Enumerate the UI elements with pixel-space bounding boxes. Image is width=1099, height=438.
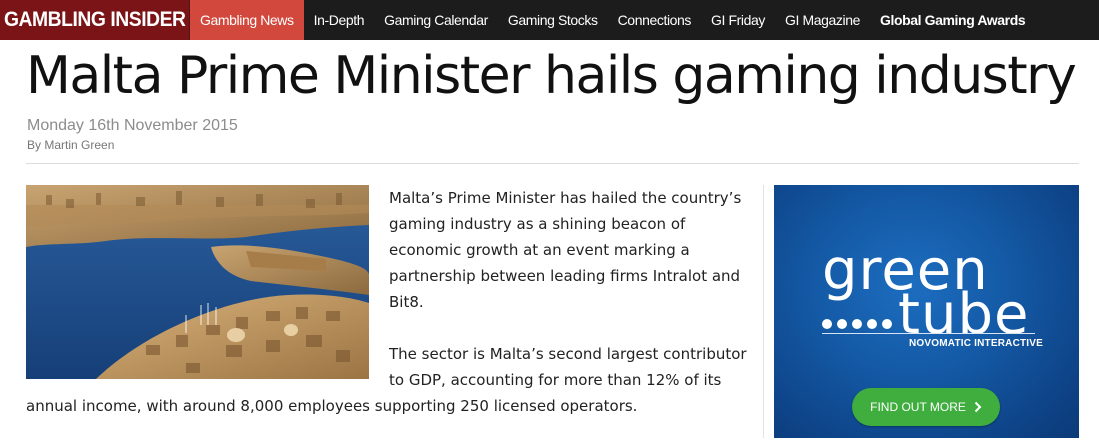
article-paragraph-2-part-1: The sector is Malta’s second largest con… — [389, 345, 747, 389]
ad-tagline: NOVOMATIC INTERACTIVE — [909, 338, 1044, 349]
nav-item-connections[interactable]: Connections — [608, 0, 701, 40]
ad-brand-line-2: tube — [898, 282, 1030, 347]
greentube-advertisement[interactable]: green tube NOVOMATIC INTERACTIVE FIND OU… — [774, 185, 1079, 438]
find-out-more-button[interactable]: FIND OUT MORE — [852, 388, 1000, 426]
find-out-more-label: FIND OUT MORE — [870, 400, 966, 414]
article-paragraph-2-part-2: annual income, with around 8,000 employe… — [26, 397, 638, 415]
ad-dots-icon — [822, 319, 892, 329]
article-paragraph-1: Malta’s Prime Minister has hailed the co… — [389, 189, 742, 311]
header-divider — [26, 163, 1079, 164]
nav-item-gambling-news[interactable]: Gambling News — [190, 0, 304, 40]
nav-item-gi-magazine[interactable]: GI Magazine — [775, 0, 870, 40]
article-title: Malta Prime Minister hails gaming indust… — [26, 46, 1077, 106]
nav-item-in-depth[interactable]: In-Depth — [304, 0, 375, 40]
nav-item-global-gaming-awards[interactable]: Global Gaming Awards — [870, 0, 1035, 40]
article-date: Monday 16th November 2015 — [27, 117, 238, 134]
ad-brand-line-2-row: tube — [822, 287, 1029, 343]
chevron-right-icon — [974, 401, 982, 413]
nav-item-gaming-stocks[interactable]: Gaming Stocks — [498, 0, 608, 40]
ad-divider — [822, 333, 1035, 334]
nav-item-gi-friday[interactable]: GI Friday — [701, 0, 775, 40]
top-nav-bar: GAMBLING INSIDER Gambling News In-Depth … — [0, 0, 1099, 40]
site-logo[interactable]: GAMBLING INSIDER — [0, 0, 190, 40]
article-hero-image — [26, 185, 369, 379]
article-byline: By Martin Green — [27, 138, 115, 152]
column-separator — [763, 185, 764, 438]
nav-item-gaming-calendar[interactable]: Gaming Calendar — [374, 0, 498, 40]
nav-menu: Gambling News In-Depth Gaming Calendar G… — [190, 0, 1035, 40]
